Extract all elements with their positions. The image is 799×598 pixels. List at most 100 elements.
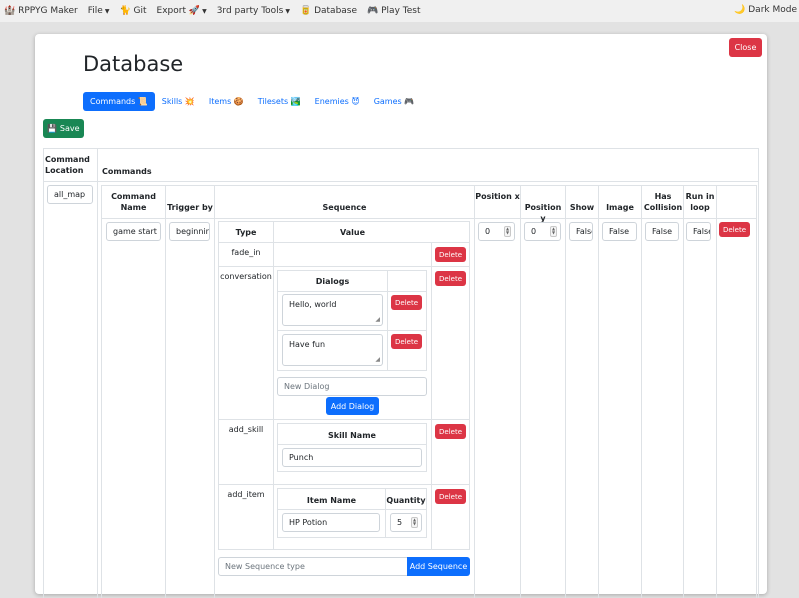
delete-sequence-button[interactable]: Delete	[435, 247, 466, 262]
column-header-commands: Commands	[102, 167, 152, 176]
table-border	[43, 148, 759, 149]
column-header-has-collision: Has Collision	[643, 192, 683, 212]
column-header-sequence: Sequence	[322, 203, 367, 212]
sequence-type-label: fade_in	[231, 248, 261, 257]
command-name-input[interactable]: game start	[106, 222, 161, 241]
caret-down-icon: ▼	[202, 7, 207, 15]
table-border	[277, 537, 427, 538]
new-dialog-input[interactable]: New Dialog	[277, 377, 427, 396]
delete-sequence-button[interactable]: Delete	[435, 424, 466, 439]
top-navbar: 🏰 RPPYG Maker File ▼ 🐈 Git Export 🚀 ▼ 3rd …	[0, 0, 799, 22]
git-menu[interactable]: 🐈 Git	[119, 6, 146, 16]
run-in-loop-input[interactable]: False	[686, 222, 711, 241]
column-header-command-name: Command Name	[111, 192, 156, 212]
table-border	[218, 242, 470, 243]
table-border	[277, 444, 427, 445]
delete-dialog-button[interactable]: Delete	[391, 295, 422, 310]
caret-down-icon: ▼	[104, 7, 110, 15]
position-y-input[interactable]: 0 ▲ ▼	[524, 222, 561, 241]
tab-items[interactable]: Items 🍪	[202, 92, 251, 111]
table-border	[218, 549, 470, 550]
table-border	[565, 185, 566, 598]
delete-sequence-button[interactable]: Delete	[435, 489, 466, 504]
table-border	[277, 270, 427, 271]
dark-mode-toggle[interactable]: 🌙 Dark Mode	[734, 5, 797, 15]
skill-name-input[interactable]: Punch	[282, 448, 422, 467]
castle-icon: 🏰	[4, 6, 16, 16]
table-border	[218, 484, 470, 485]
export-menu[interactable]: Export 🚀 ▼	[157, 6, 207, 16]
skill-name-header: Skill Name	[328, 431, 376, 440]
table-border	[218, 221, 219, 549]
tab-games[interactable]: Games 🎮	[367, 92, 422, 111]
table-border	[101, 185, 102, 598]
table-border	[277, 471, 427, 472]
sequence-header-value: Value	[339, 228, 365, 237]
table-border	[758, 148, 759, 598]
table-border	[218, 221, 470, 222]
table-border	[387, 270, 388, 370]
image-input[interactable]: False	[602, 222, 637, 241]
table-border	[101, 185, 757, 186]
table-border	[683, 185, 684, 598]
show-input[interactable]: False	[569, 222, 593, 241]
third-party-tools-menu[interactable]: 3rd party Tools ▼	[217, 6, 290, 16]
tab-enemies[interactable]: Enemies 😈	[308, 92, 367, 111]
table-border	[474, 185, 475, 598]
column-header-position-y: Position y	[524, 203, 562, 223]
new-sequence-input[interactable]: New Sequence type	[218, 557, 408, 576]
sequence-header-type: Type	[235, 228, 257, 237]
quantity-header: Quantity	[386, 496, 426, 505]
tab-tilesets[interactable]: Tilesets 🏞️	[251, 92, 308, 111]
table-border	[277, 488, 427, 489]
database-link[interactable]: 🥫 Database	[300, 6, 357, 16]
dialog-textarea[interactable]: Have fun ◢	[282, 334, 383, 366]
table-border	[218, 266, 470, 267]
file-menu[interactable]: File ▼	[88, 6, 110, 16]
trigger-input[interactable]: beginning	[169, 222, 210, 241]
table-border	[520, 185, 521, 598]
tab-commands[interactable]: Commands 📜	[83, 92, 155, 111]
table-border	[716, 185, 717, 598]
table-border	[598, 185, 599, 598]
save-button[interactable]: 💾 Save	[43, 119, 84, 138]
item-name-input[interactable]: HP Potion	[282, 513, 380, 532]
dialog-text: Hello, world	[289, 300, 337, 309]
add-sequence-button[interactable]: Add Sequence	[407, 557, 470, 576]
delete-command-button[interactable]: Delete	[719, 222, 750, 237]
dialog-textarea[interactable]: Hello, world ◢	[282, 294, 383, 326]
git-menu-label: Git	[133, 6, 147, 16]
spinner-icon[interactable]: ▲ ▼	[550, 226, 557, 237]
table-border	[97, 148, 98, 598]
close-button[interactable]: Close	[729, 38, 762, 57]
location-input[interactable]: all_map	[47, 185, 93, 204]
sequence-type-label: conversation	[220, 272, 272, 281]
position-y-value: 0	[531, 227, 537, 236]
spinner-icon[interactable]: ▲ ▼	[411, 517, 418, 528]
gamepad-icon: 🎮	[367, 6, 379, 16]
column-header-image: Image	[606, 203, 634, 212]
play-test-link[interactable]: 🎮 Play Test	[367, 6, 420, 16]
dialogs-header: Dialogs	[315, 277, 350, 286]
resize-handle-icon[interactable]: ◢	[375, 317, 380, 323]
delete-sequence-button[interactable]: Delete	[435, 271, 466, 286]
position-x-input[interactable]: 0 ▲ ▼	[478, 222, 515, 241]
table-border	[277, 291, 427, 292]
play-test-label: Play Test	[381, 6, 421, 16]
brand-link[interactable]: 🏰 RPPYG Maker	[4, 6, 78, 16]
table-border	[277, 423, 427, 424]
table-border	[756, 185, 757, 598]
spinner-icon[interactable]: ▲ ▼	[504, 226, 511, 237]
quantity-stepper[interactable]: 5 ▲ ▼	[390, 513, 422, 532]
brand-label: RPPYG Maker	[18, 6, 78, 16]
table-border	[469, 221, 470, 549]
database-label: Database	[314, 6, 358, 16]
add-dialog-button[interactable]: Add Dialog	[326, 397, 379, 415]
column-header-show: Show	[569, 203, 595, 212]
tab-skills[interactable]: Skills 💥	[155, 92, 202, 111]
delete-dialog-button[interactable]: Delete	[391, 334, 422, 349]
can-icon: 🥫	[299, 6, 312, 16]
resize-handle-icon[interactable]: ◢	[375, 357, 380, 363]
has-collision-input[interactable]: False	[645, 222, 679, 241]
table-border	[218, 419, 470, 420]
